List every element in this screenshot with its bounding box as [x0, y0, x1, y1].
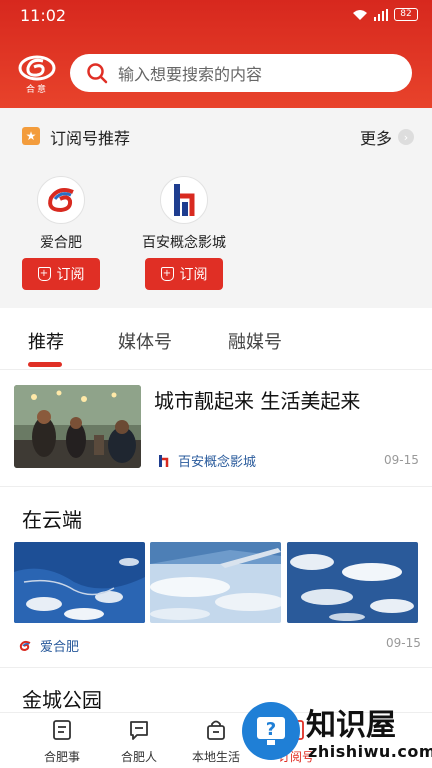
account-name: 爱合肥	[40, 235, 82, 251]
subscribe-button-aihefei[interactable]: + 订阅	[22, 258, 100, 290]
article-card[interactable]: 在云端 爱合肥 09-15	[0, 488, 432, 668]
subscribe-label: 订阅	[56, 267, 85, 283]
baian-logo-icon	[174, 184, 195, 216]
article-title: 金城公园	[22, 688, 102, 712]
aihefei-logo-icon	[48, 188, 74, 213]
account-aihefei[interactable]: 爱合肥	[11, 176, 111, 252]
watermark-logo-icon: ?	[242, 702, 300, 760]
more-label: 更多	[359, 129, 392, 148]
logo-icon	[18, 55, 56, 81]
avatar	[37, 176, 85, 224]
article-image	[287, 542, 418, 623]
status-time: 11:02	[20, 6, 67, 25]
nav-label: 合肥人	[120, 750, 157, 764]
plus-icon: +	[160, 267, 174, 281]
article-source[interactable]: 百安概念影城	[158, 451, 256, 470]
battery-icon: 82	[394, 8, 418, 21]
subscription-title: 订阅号推荐	[50, 129, 131, 148]
article-source[interactable]: 爱合肥	[18, 636, 79, 655]
chat-icon	[130, 721, 148, 740]
article-image	[150, 542, 281, 623]
article-date: 09-15	[386, 636, 421, 650]
battery-level: 82	[400, 9, 412, 19]
signal-icon	[374, 8, 388, 21]
article-title: 城市靓起来 生活美起来	[154, 389, 361, 413]
subscription-header: ★ 订阅号推荐 更多 ›	[0, 108, 432, 164]
avatar	[160, 176, 208, 224]
baian-logo-icon	[159, 454, 169, 467]
search-bar[interactable]: 输入想要搜索的内容	[70, 54, 412, 92]
article-thumbnail	[14, 385, 141, 468]
chevron-right-icon: ›	[398, 129, 414, 145]
nav-hefei-people[interactable]: 合肥人	[99, 719, 179, 765]
nav-label: 合肥事	[43, 750, 80, 764]
search-placeholder: 输入想要搜索的内容	[118, 65, 263, 84]
watermark-url: zhishiwu.com	[308, 742, 432, 761]
subscribe-label: 订阅	[179, 267, 208, 283]
account-name: 百安概念影城	[142, 235, 226, 251]
feed-tabs: 推荐 媒体号 融媒号	[0, 308, 432, 370]
watermark: ? 知识屋 zhishiwu.com	[238, 696, 432, 768]
search-icon	[87, 63, 108, 84]
tab-rongmei[interactable]: 融媒号	[228, 328, 282, 354]
article-card[interactable]: 城市靓起来 生活美起来 百安概念影城 09-15	[0, 371, 432, 487]
aihefei-logo-icon	[19, 640, 31, 651]
tab-media[interactable]: 媒体号	[118, 328, 172, 354]
shopping-bag-icon	[207, 720, 225, 740]
status-icons: 82	[352, 8, 418, 21]
account-baian-cinema[interactable]: 百安概念影城	[134, 176, 234, 252]
app-header: 11:02 82 合意 输入想要搜索的内容	[0, 0, 432, 108]
subscribe-button-baian[interactable]: + 订阅	[145, 258, 223, 290]
logo-text: 合意	[25, 85, 48, 95]
active-tab-indicator	[28, 362, 62, 367]
source-name: 爱合肥	[40, 640, 80, 655]
article-image	[14, 542, 145, 623]
svg-text:?: ?	[266, 719, 276, 740]
star-icon: ★	[22, 127, 40, 145]
article-title: 在云端	[22, 508, 82, 532]
more-link[interactable]: 更多 ›	[360, 125, 414, 149]
status-bar: 11:02 82	[0, 0, 432, 32]
source-name: 百安概念影城	[178, 455, 257, 470]
plus-icon: +	[37, 267, 51, 281]
news-icon	[53, 720, 71, 740]
article-date: 09-15	[384, 453, 419, 467]
wifi-icon	[353, 9, 367, 20]
watermark-text: 知识屋	[306, 708, 396, 743]
app-logo[interactable]: 合意	[16, 52, 58, 96]
nav-hefei-news[interactable]: 合肥事	[22, 719, 102, 765]
subscription-recommend-section: ★ 订阅号推荐 更多 › 爱合肥 + 订阅 百安概念影城 + 订阅	[0, 108, 432, 308]
tab-recommend[interactable]: 推荐	[28, 328, 64, 354]
